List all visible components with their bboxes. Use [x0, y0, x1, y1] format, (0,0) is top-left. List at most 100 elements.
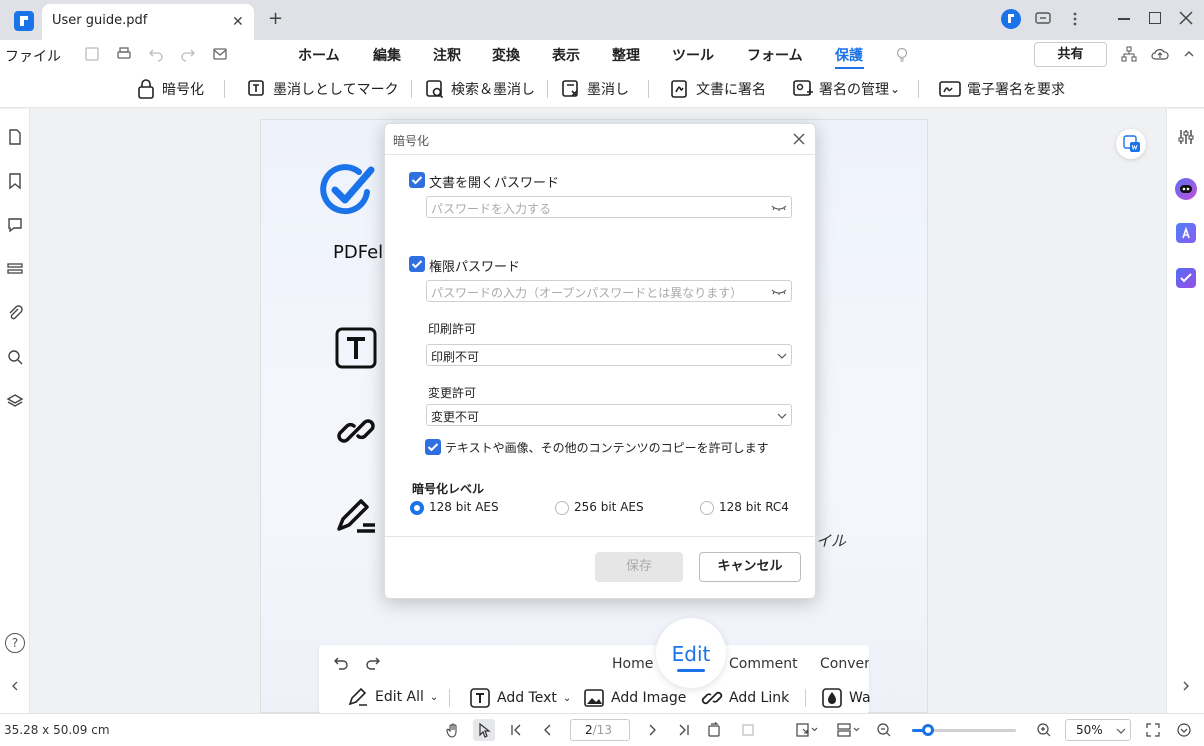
comment-icon[interactable]	[6, 216, 24, 234]
collapse-left-icon[interactable]	[9, 679, 21, 693]
page-thumbnail-icon[interactable]	[6, 128, 24, 146]
expand-right-icon[interactable]	[1180, 679, 1192, 693]
save-icon[interactable]	[84, 46, 100, 62]
zoom-slider[interactable]	[912, 724, 1016, 736]
manage-signatures-button[interactable]: 署名の管理 ⌄	[792, 77, 900, 101]
last-page-icon[interactable]	[677, 723, 691, 737]
help-icon[interactable]: ?	[5, 633, 25, 653]
page-number-input[interactable]: 2/13	[570, 719, 630, 741]
attachment-icon[interactable]	[6, 304, 24, 322]
change-permission-select[interactable]: 変更不可	[426, 404, 792, 426]
maximize-icon[interactable]	[1149, 12, 1161, 24]
convert-to-word-icon[interactable]	[1116, 129, 1146, 159]
print-permission-select[interactable]: 印刷不可	[426, 344, 792, 366]
lightbulb-icon[interactable]	[894, 46, 910, 64]
crop-icon[interactable]	[740, 722, 756, 738]
encrypt-button[interactable]: 暗号化	[135, 77, 204, 101]
open-password-checkbox[interactable]	[409, 172, 425, 188]
fullscreen-icon[interactable]	[1145, 722, 1161, 738]
account-icon[interactable]	[1001, 9, 1021, 29]
fit-mode-button[interactable]	[795, 722, 819, 738]
tab-close-icon[interactable]: ✕	[232, 14, 244, 30]
eye-closed-icon[interactable]	[771, 287, 787, 297]
search-redact-button[interactable]: 検索＆墨消し	[424, 77, 535, 101]
add-text-label: Add Text	[497, 690, 557, 706]
dialog-close-icon[interactable]	[792, 132, 806, 146]
hand-tool-icon[interactable]	[445, 722, 461, 738]
properties-icon[interactable]	[1177, 128, 1195, 146]
menu-file[interactable]: ファイル	[5, 46, 61, 66]
search-icon[interactable]	[6, 348, 24, 366]
sign-document-icon	[671, 80, 687, 98]
window-close-icon[interactable]	[1178, 8, 1194, 28]
select-tool-icon[interactable]	[473, 719, 495, 741]
permission-password-label: 権限パスワード	[429, 260, 521, 275]
ai-assistant-icon[interactable]	[1175, 178, 1197, 200]
scroll-down-icon[interactable]	[1176, 722, 1192, 738]
cancel-button[interactable]: キャンセル	[699, 552, 801, 582]
sign-document-label: 文書に署名	[696, 82, 766, 98]
level-128-rc4-radio[interactable]	[700, 501, 714, 515]
feedback-icon[interactable]	[1034, 10, 1052, 28]
document-tab[interactable]: User guide.pdf ✕	[42, 4, 254, 40]
rotate-icon[interactable]	[706, 722, 722, 738]
page-layout-button[interactable]	[836, 722, 862, 738]
zoom-slider-thumb[interactable]	[922, 724, 934, 736]
layers-list-icon[interactable]	[6, 260, 24, 278]
email-icon[interactable]	[212, 46, 228, 62]
open-password-label: 文書を開くパスワード	[429, 176, 560, 191]
zoom-select[interactable]: 50%	[1065, 719, 1131, 741]
request-esign-icon	[939, 81, 961, 97]
task-check-icon[interactable]	[1176, 268, 1196, 288]
redact-button[interactable]: 墨消し	[560, 77, 629, 101]
menu-edit[interactable]: 編集	[373, 45, 401, 65]
menu-organize[interactable]: 整理	[612, 45, 640, 65]
manage-signatures-label: 署名の管理	[819, 82, 889, 98]
request-esign-button[interactable]: 電子署名を要求	[938, 77, 1065, 101]
collapse-ribbon-icon[interactable]	[1182, 46, 1196, 62]
print-icon[interactable]	[116, 46, 132, 62]
new-tab-icon[interactable]: +	[268, 8, 283, 29]
zoom-out-icon[interactable]	[876, 722, 892, 738]
toolbar-illustration: Home Comment Convert Edit All ⌄ Add Text…	[319, 645, 871, 714]
page-text-fragment: イル	[816, 532, 847, 550]
first-page-icon[interactable]	[509, 723, 523, 737]
menu-comment[interactable]: 注釈	[433, 45, 461, 65]
permission-password-checkbox[interactable]	[409, 256, 425, 272]
mark-redaction-button[interactable]: 墨消しとしてマーク	[246, 77, 399, 101]
open-password-input[interactable]: パスワードを入力する	[426, 196, 792, 218]
menu-convert[interactable]: 変換	[492, 45, 520, 65]
bookmark-icon[interactable]	[6, 172, 24, 190]
redo-icon[interactable]	[180, 46, 196, 62]
status-bar: 35.28 x 50.09 cm 2/13 50%	[0, 713, 1204, 746]
undo-icon[interactable]	[148, 46, 164, 62]
illustration-edit: Edit	[671, 642, 711, 666]
level-128-aes-radio[interactable]	[410, 501, 424, 515]
translate-icon[interactable]	[1176, 223, 1196, 243]
permission-password-input[interactable]: パスワードの入力（オープンパスワードとは異なります）	[426, 280, 792, 302]
level-128-rc4-label: 128 bit RC4	[719, 500, 789, 514]
encryption-level-label: 暗号化レベル	[412, 482, 485, 496]
save-button[interactable]: 保存	[595, 552, 683, 582]
network-icon[interactable]	[1121, 46, 1137, 62]
previous-page-icon[interactable]	[541, 723, 555, 737]
more-options-icon[interactable]	[1068, 10, 1082, 28]
menu-home[interactable]: ホーム	[298, 45, 340, 65]
level-256-aes-label: 256 bit AES	[574, 500, 644, 514]
next-page-icon[interactable]	[645, 723, 659, 737]
minimize-icon[interactable]	[1118, 18, 1130, 20]
share-button[interactable]: 共有	[1034, 42, 1107, 67]
search-redact-label: 検索＆墨消し	[451, 82, 535, 98]
zoom-in-icon[interactable]	[1036, 722, 1052, 738]
eye-closed-icon[interactable]	[771, 203, 787, 213]
allow-copy-checkbox[interactable]	[425, 439, 441, 455]
menu-tools[interactable]: ツール	[672, 45, 714, 65]
menu-view[interactable]: 表示	[552, 45, 580, 65]
level-256-aes-radio[interactable]	[555, 501, 569, 515]
layers-icon[interactable]	[6, 392, 24, 410]
cloud-upload-icon[interactable]	[1151, 46, 1169, 62]
menu-form[interactable]: フォーム	[747, 45, 803, 65]
menu-protect[interactable]: 保護	[835, 45, 863, 65]
open-password-placeholder: パスワードを入力する	[431, 202, 552, 216]
sign-document-button[interactable]: 文書に署名	[669, 77, 766, 101]
